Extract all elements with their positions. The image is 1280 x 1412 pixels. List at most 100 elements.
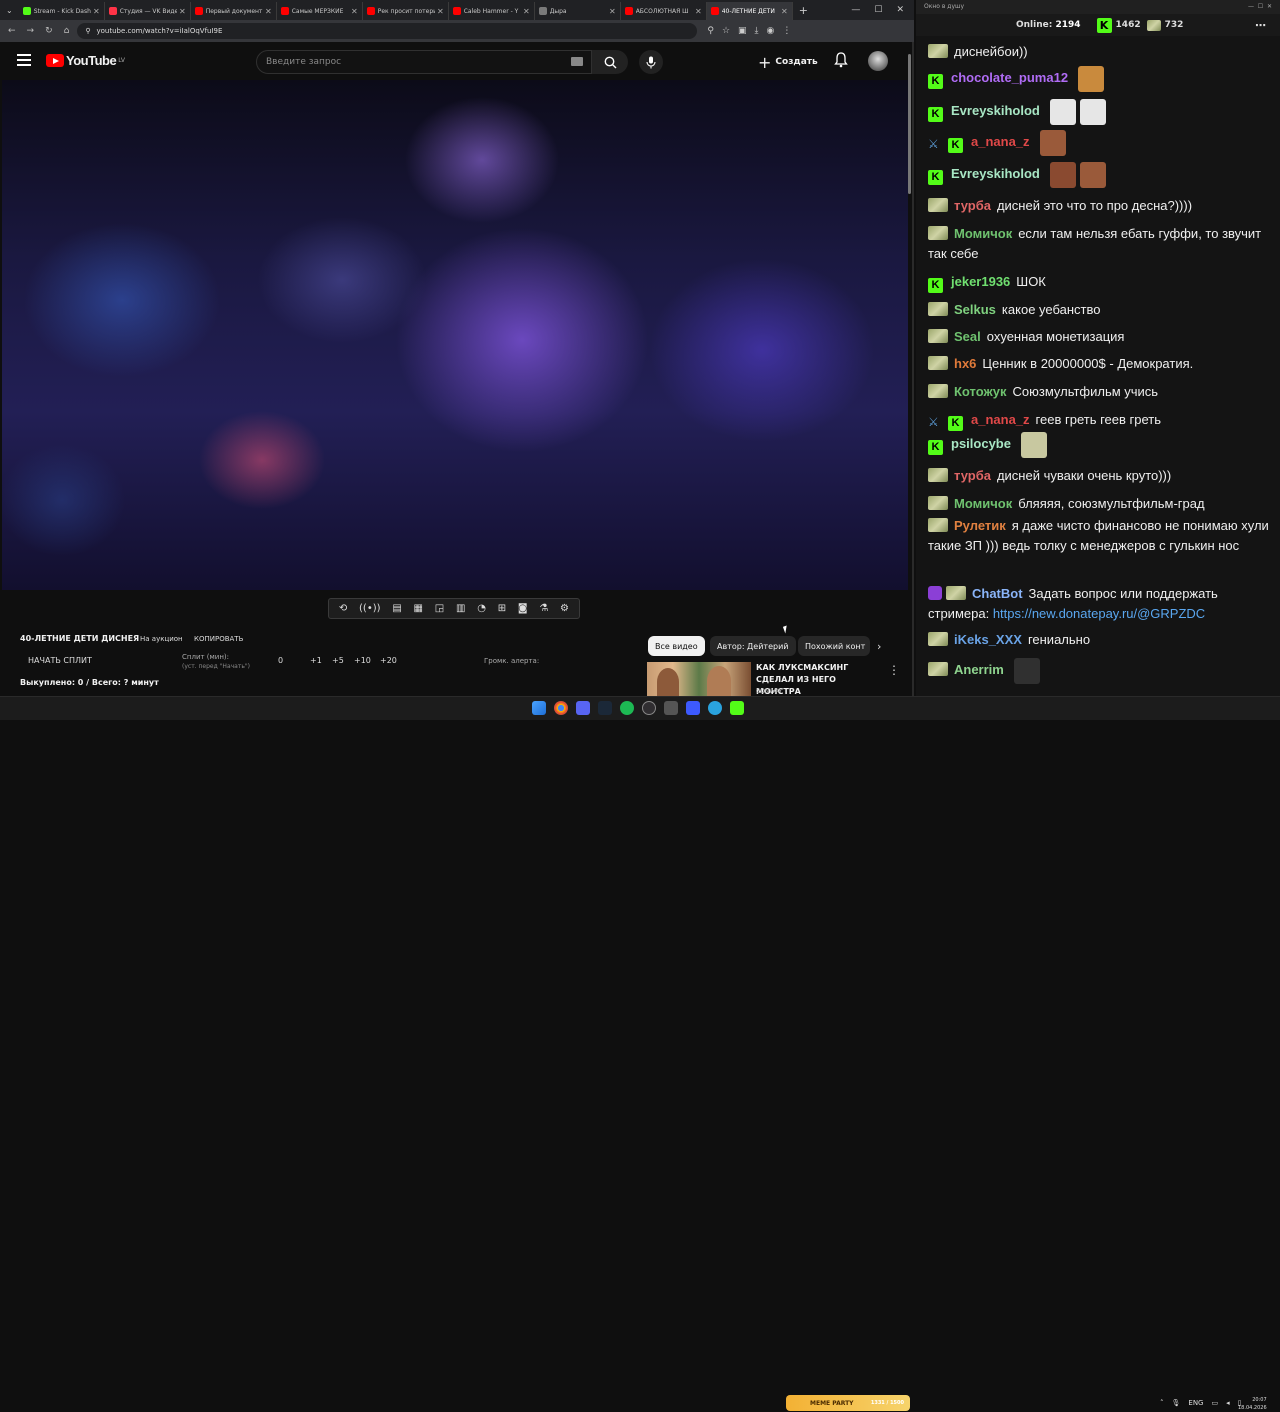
back-icon[interactable]: ← xyxy=(8,26,16,36)
tray-chevron-icon[interactable]: ˄ xyxy=(1160,1399,1164,1407)
chat-username[interactable]: Момичок xyxy=(954,226,1012,241)
close-tab-icon[interactable]: ✕ xyxy=(609,7,616,16)
browser-tab[interactable]: Студия — VK Видео ✕ xyxy=(105,2,191,20)
split-add-10-button[interactable]: +10 xyxy=(354,656,371,665)
home-icon[interactable]: ⌂ xyxy=(64,26,70,36)
split-add-5-button[interactable]: +5 xyxy=(332,656,344,665)
search-input[interactable]: Введите запрос xyxy=(256,50,592,74)
chat-username[interactable]: a_nana_z xyxy=(971,412,1030,427)
chat-username[interactable]: hx6 xyxy=(954,356,976,371)
bookmark-icon[interactable]: ☆ xyxy=(722,26,730,36)
chat-username[interactable]: ChatBot xyxy=(972,586,1023,601)
split-add-1-button[interactable]: +1 xyxy=(310,656,322,665)
reload-icon[interactable]: ↻ xyxy=(45,26,53,36)
chat-menu-icon[interactable]: ⋯ xyxy=(1255,19,1266,32)
windows-start-icon[interactable] xyxy=(532,701,546,715)
clock[interactable]: 20:07 18.04.2026 xyxy=(1238,1396,1267,1412)
account-avatar[interactable] xyxy=(868,51,888,71)
chat-username[interactable]: Котожук xyxy=(954,384,1006,399)
auction-button[interactable]: На аукцион xyxy=(140,635,183,643)
video-player[interactable] xyxy=(2,80,908,590)
close-tab-icon[interactable]: ✕ xyxy=(523,7,530,16)
kick-app-icon[interactable] xyxy=(730,701,744,715)
playlist-icon[interactable]: ▤ xyxy=(392,603,401,614)
profile-icon[interactable]: ◉ xyxy=(767,26,775,36)
url-field[interactable]: ⚲ youtube.com/watch?v=iIalOqVfuI9E xyxy=(77,23,698,39)
browser-tab[interactable]: Первый документ ✕ xyxy=(191,2,277,20)
browser-tab[interactable]: АБСОЛЮТНАЯ Ш ✕ xyxy=(621,2,707,20)
picture-in-picture-icon[interactable]: ◲ xyxy=(435,603,444,614)
network-icon[interactable]: ▭ xyxy=(1211,1399,1218,1407)
flask-icon[interactable]: ⚗ xyxy=(539,603,548,614)
site-info-icon[interactable]: ⚲ xyxy=(85,27,90,35)
tab-list-icon[interactable]: ⌄ xyxy=(0,6,19,15)
chat-window-controls[interactable]: — ☐ ✕ xyxy=(1248,3,1272,11)
settings-gear-icon[interactable]: ⚙ xyxy=(560,603,569,614)
youtube-logo[interactable]: YouTube LV xyxy=(46,53,125,68)
chat-username[interactable]: iKeks_XXX xyxy=(954,632,1022,647)
cinema-icon[interactable]: ▥ xyxy=(456,603,465,614)
voice-search-button[interactable] xyxy=(639,50,663,74)
clapper-icon[interactable]: ▦ xyxy=(414,603,423,614)
browser-tab[interactable]: Рек просит потери ✕ xyxy=(363,2,449,20)
close-tab-icon[interactable]: ✕ xyxy=(351,7,358,16)
close-tab-icon[interactable]: ✕ xyxy=(179,7,186,16)
chat-username[interactable]: Anerrim xyxy=(954,662,1004,677)
obs-icon[interactable] xyxy=(642,701,656,715)
chat-link[interactable]: https://new.donatepay.ru/@GRPZDC xyxy=(993,606,1205,621)
more-options-icon[interactable]: ⋮ xyxy=(888,663,900,677)
add-clip-icon[interactable]: ⊞ xyxy=(498,603,506,614)
chat-username[interactable]: a_nana_z xyxy=(971,134,1030,149)
language-indicator[interactable]: ENG xyxy=(1188,1399,1203,1407)
close-tab-icon[interactable]: ✕ xyxy=(265,7,272,16)
chat-username[interactable]: Evreyskiholod xyxy=(951,166,1040,181)
discord-icon[interactable] xyxy=(576,701,590,715)
search-button[interactable] xyxy=(592,50,628,74)
split-add-20-button[interactable]: +20 xyxy=(380,656,397,665)
create-button[interactable]: + Создать xyxy=(758,51,818,73)
spotify-icon[interactable] xyxy=(620,701,634,715)
media-player-icon[interactable] xyxy=(686,701,700,715)
screenshot-icon[interactable]: ◙ xyxy=(518,603,528,614)
browser-tab[interactable]: Stream - Kick Dash ✕ xyxy=(19,2,105,20)
notifications-bell-icon[interactable] xyxy=(834,52,848,68)
loop-icon[interactable]: ⟲ xyxy=(339,603,347,614)
minimize-button[interactable]: — xyxy=(851,5,860,15)
chevron-right-icon[interactable]: › xyxy=(877,640,881,653)
app-icon[interactable] xyxy=(664,701,678,715)
browser-tab[interactable]: Самые МЕРЗКИЕ ✕ xyxy=(277,2,363,20)
chat-username[interactable]: Evreyskiholod xyxy=(951,103,1040,118)
chip-author[interactable]: Автор: Дейтерий xyxy=(710,636,796,656)
chip-all-videos[interactable]: Все видео xyxy=(648,636,705,656)
close-tab-icon[interactable]: ✕ xyxy=(781,7,788,16)
forward-icon[interactable]: → xyxy=(27,26,35,36)
download-icon[interactable]: ⤓ xyxy=(755,26,759,36)
chrome-icon[interactable] xyxy=(554,701,568,715)
close-window-button[interactable]: ✕ xyxy=(896,5,904,15)
start-split-button[interactable]: НАЧАТЬ СПЛИТ xyxy=(28,656,92,665)
chat-username[interactable]: турба xyxy=(954,198,991,213)
microphone-tray-icon[interactable]: 🎙 xyxy=(1172,1399,1181,1407)
chat-username[interactable]: Момичок xyxy=(954,496,1012,511)
chat-username[interactable]: Рулетик xyxy=(954,518,1006,533)
split-value-zero[interactable]: 0 xyxy=(278,656,283,665)
chat-username[interactable]: jeker1936 xyxy=(951,274,1010,289)
chat-username[interactable]: psilocybe xyxy=(951,436,1011,451)
maximize-button[interactable]: ☐ xyxy=(874,5,882,15)
broadcast-icon[interactable]: ((•)) xyxy=(359,603,381,614)
meme-party-widget[interactable]: MEME PARTY 1331 / 1500 xyxy=(786,1395,910,1411)
chip-similar[interactable]: Похожий конт xyxy=(798,636,870,656)
new-tab-button[interactable]: + xyxy=(793,4,814,17)
page-scrollbar[interactable] xyxy=(907,44,912,694)
chat-username[interactable]: chocolate_puma12 xyxy=(951,70,1068,85)
keyboard-icon[interactable] xyxy=(571,57,583,66)
extension-icon[interactable]: ▣ xyxy=(738,26,747,36)
chat-username[interactable]: Seal xyxy=(954,329,981,344)
close-tab-icon[interactable]: ✕ xyxy=(695,7,702,16)
browser-tab[interactable]: Caleb Hammer - Y ✕ xyxy=(449,2,535,20)
chat-username[interactable]: Selkus xyxy=(954,302,996,317)
browser-tab[interactable]: 40-ЛЕТНИЕ ДЕТИ ✕ xyxy=(706,2,793,20)
volume-icon[interactable]: ◂ xyxy=(1226,1399,1230,1407)
recommended-channel[interactable]: CONWAY xyxy=(756,688,782,695)
recommended-thumbnail[interactable] xyxy=(647,662,751,696)
